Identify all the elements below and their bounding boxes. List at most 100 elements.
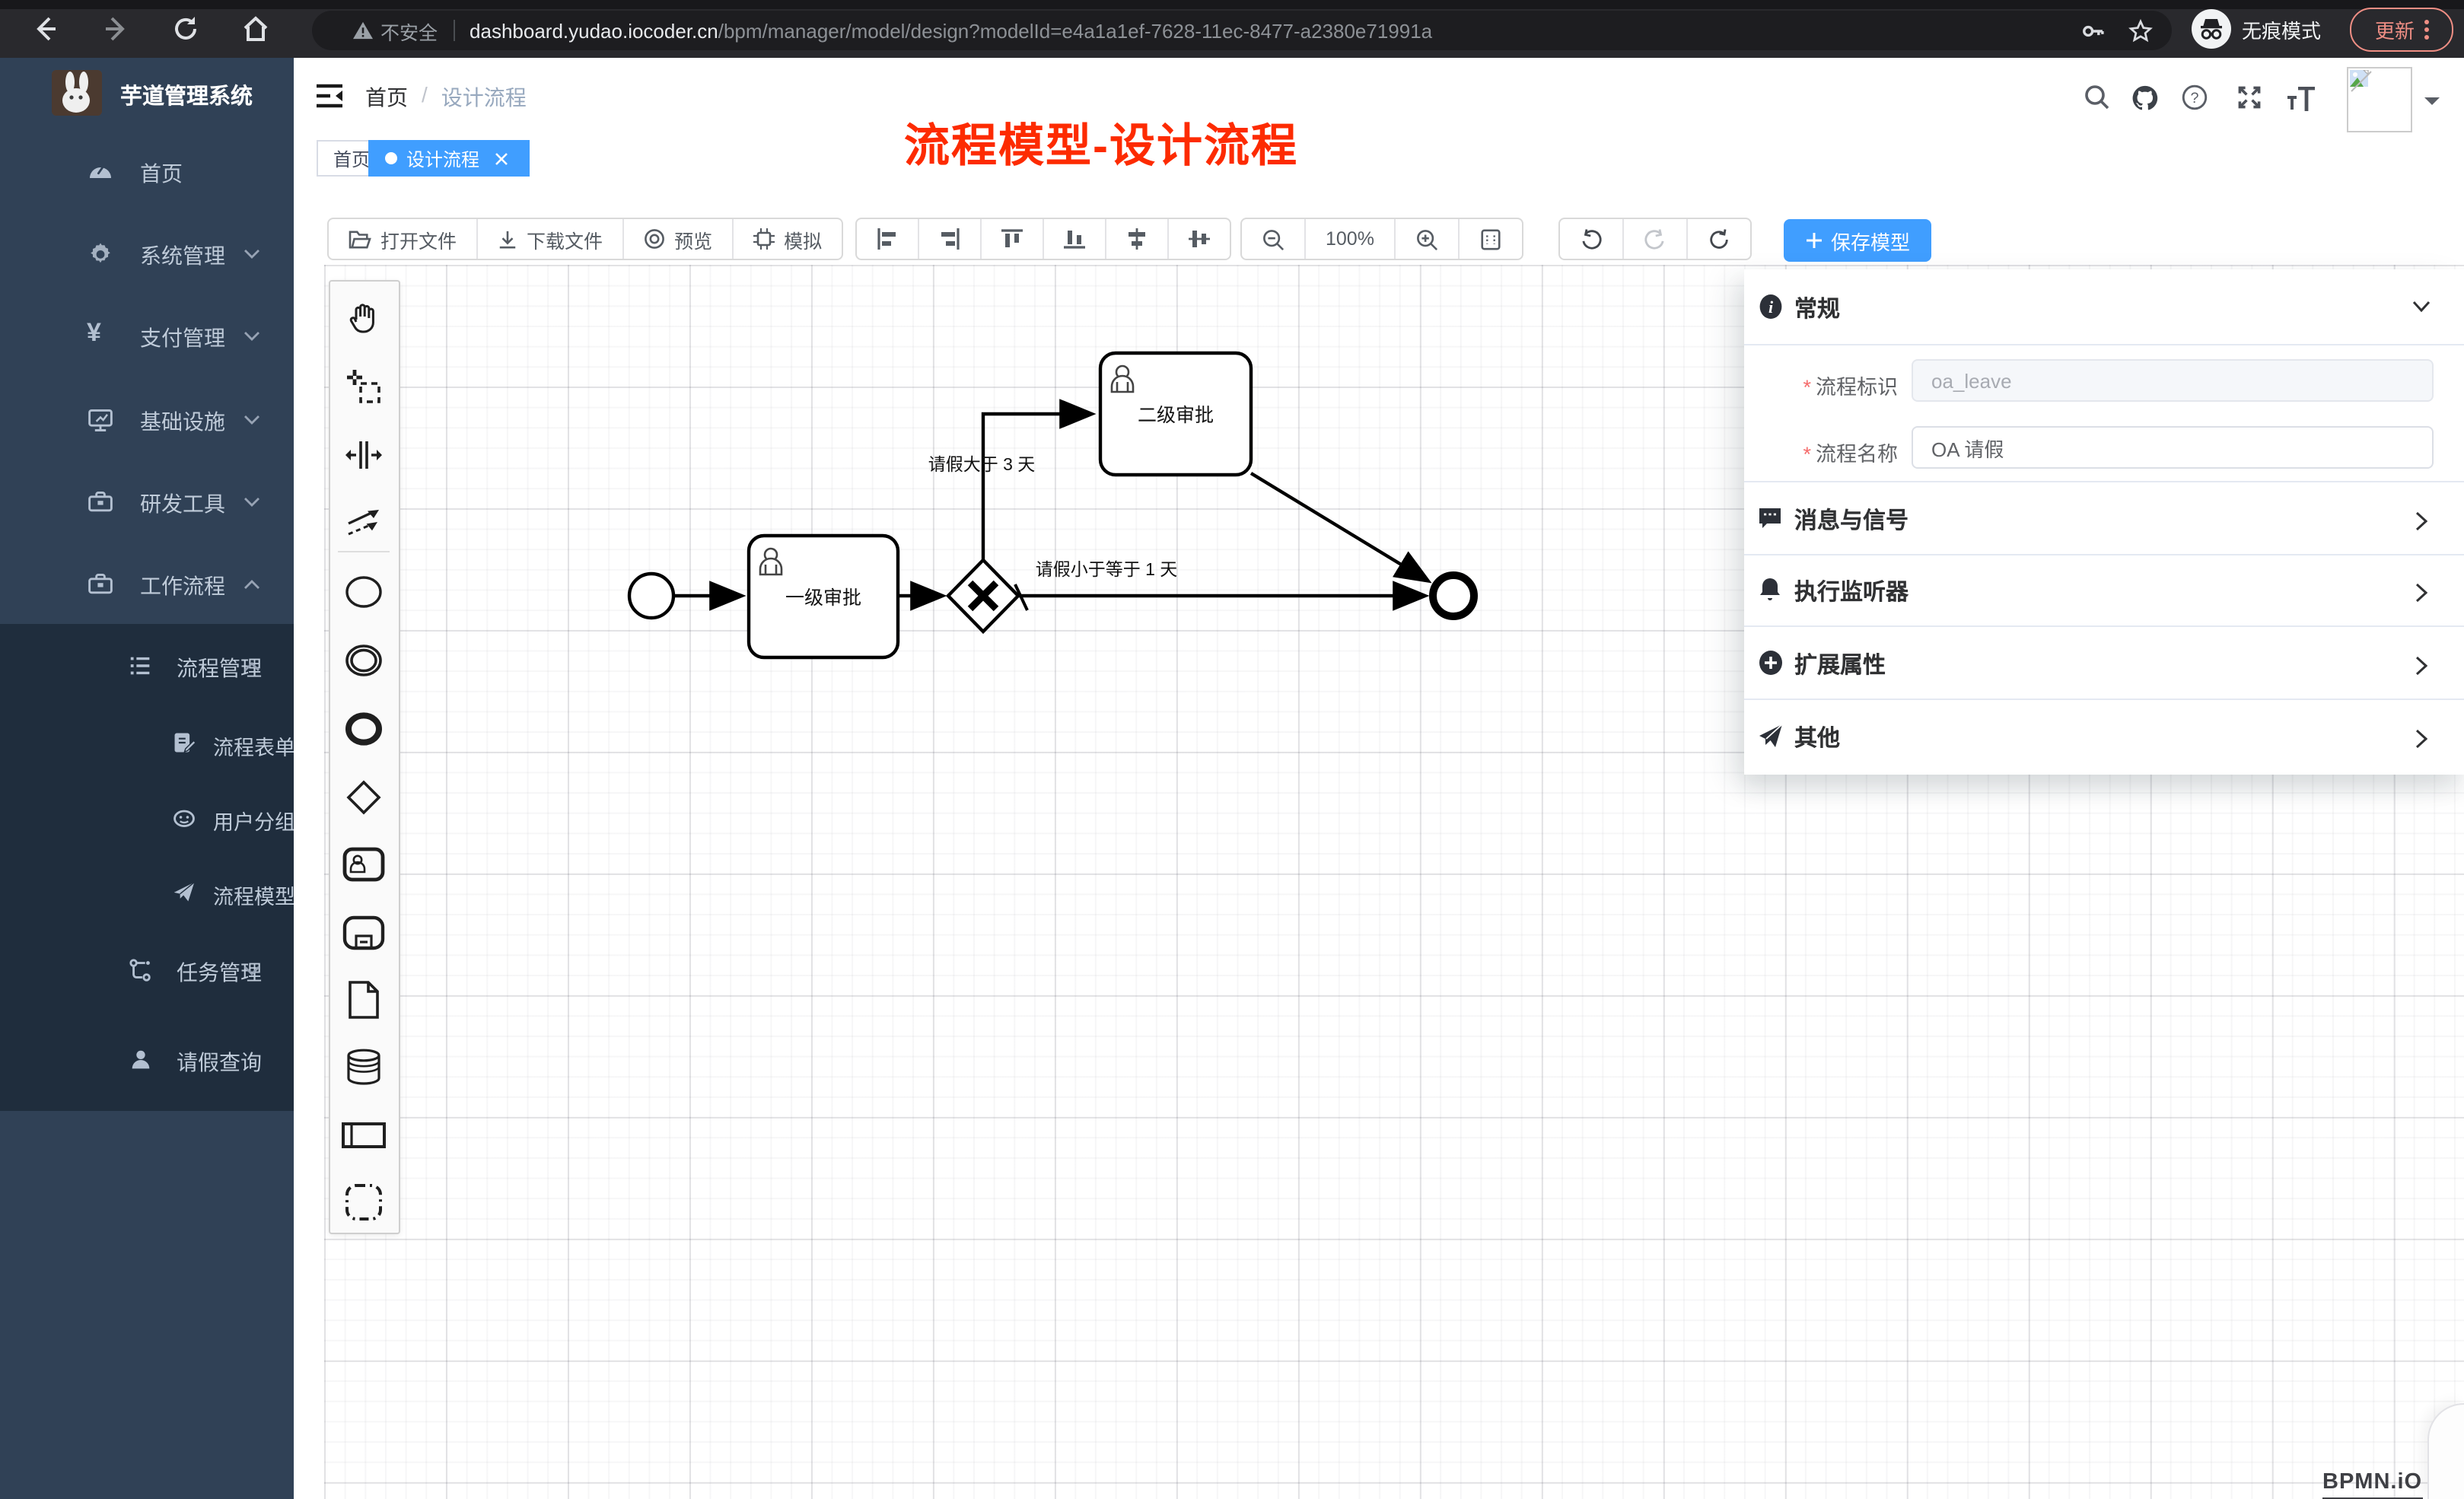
breadcrumb-separator: / <box>422 82 428 113</box>
help-icon[interactable]: ? <box>2181 84 2208 111</box>
zoom-in-button[interactable] <box>1396 219 1460 259</box>
yen-icon: ¥ <box>87 318 114 345</box>
download-file-button[interactable]: 下载文件 <box>478 219 624 259</box>
browser-menu-icon[interactable] <box>2424 20 2428 40</box>
process-key-label: *流程标识 <box>1803 370 1898 400</box>
sidebar-item-system[interactable]: 系统管理 <box>0 216 294 292</box>
breadcrumb-home[interactable]: 首页 <box>365 82 408 113</box>
sidebar-item-payment[interactable]: ¥ 支付管理 <box>0 298 294 374</box>
create-intermediate-event-icon[interactable] <box>341 638 387 683</box>
message-icon <box>1758 507 1784 533</box>
panel-section-listeners[interactable]: 执行监听器 <box>1744 554 2464 627</box>
redo-button[interactable] <box>1624 219 1688 259</box>
avatar-caret-icon[interactable] <box>2424 97 2440 113</box>
app-title: 芋道管理系统 <box>120 79 253 111</box>
align-bottom-button[interactable] <box>1044 219 1106 259</box>
align-right-button[interactable] <box>919 219 982 259</box>
simulate-button[interactable]: 模拟 <box>734 219 842 259</box>
create-group-icon[interactable] <box>341 1179 387 1225</box>
preview-button[interactable]: 预览 <box>624 219 734 259</box>
file-toolbar-group: 打开文件 下载文件 预览 模拟 <box>327 218 843 260</box>
undo-button[interactable] <box>1560 219 1624 259</box>
browser-chrome: 不安全 dashboard.yudao.iocoder.cn/bpm/manag… <box>0 0 2464 58</box>
browser-home-icon[interactable] <box>240 14 271 44</box>
restart-button[interactable] <box>1688 219 1750 259</box>
font-size-icon[interactable] <box>2284 87 2312 114</box>
sidebar-item-infra[interactable]: 基础设施 <box>0 382 294 458</box>
chevron-down-icon[interactable] <box>2412 300 2431 313</box>
download-icon <box>498 229 517 249</box>
update-label: 更新 <box>2375 15 2415 44</box>
security-label: 不安全 <box>380 16 438 45</box>
align-center-vertical-button[interactable] <box>1106 219 1169 259</box>
chevron-down-icon <box>244 496 260 508</box>
chevron-up-icon <box>244 660 260 673</box>
password-key-icon[interactable] <box>2080 18 2106 43</box>
browser-reload-icon[interactable] <box>170 14 201 44</box>
save-model-button[interactable]: 保存模型 <box>1784 219 1931 262</box>
sidebar-item-process-form[interactable]: 流程表单 <box>0 706 294 782</box>
panel-section-other[interactable]: 其他 <box>1744 700 2464 773</box>
create-subprocess-icon[interactable] <box>341 910 387 956</box>
bpmn-io-watermark[interactable]: BPMN.iO <box>2322 1470 2422 1499</box>
create-user-task-icon[interactable] <box>341 842 387 887</box>
svg-text:?: ? <box>2190 90 2198 107</box>
fullscreen-icon[interactable] <box>2236 84 2263 111</box>
svg-text:i: i <box>1768 298 1774 317</box>
create-gateway-icon[interactable] <box>341 775 387 820</box>
browser-window-strip <box>0 0 2464 9</box>
incognito-label: 无痕模式 <box>2242 14 2321 43</box>
required-asterisk: * <box>1803 443 1811 466</box>
tab-close-icon[interactable] <box>495 151 513 165</box>
sidebar-item-process-model[interactable]: 流程模型 <box>0 855 294 931</box>
gear-icon <box>87 240 114 268</box>
sidebar-item-task-mgmt[interactable]: 任务管理 <box>0 933 294 1009</box>
browser-back-icon[interactable] <box>30 14 61 44</box>
create-participant-icon[interactable] <box>341 1112 387 1158</box>
fit-viewport-button[interactable] <box>1460 219 1522 259</box>
sidebar-item-user-group[interactable]: 用户分组 <box>0 781 294 857</box>
folder-icon <box>349 229 371 249</box>
tab-design[interactable]: 设计流程 <box>368 140 530 177</box>
process-key-input[interactable] <box>1912 359 2434 402</box>
align-center-horizontal-button[interactable] <box>1169 219 1230 259</box>
global-connect-tool-icon[interactable] <box>341 499 387 545</box>
chevron-down-icon <box>244 965 260 977</box>
zoom-out-button[interactable] <box>1242 219 1306 259</box>
hand-tool-icon[interactable] <box>341 295 387 341</box>
process-key-row: *流程标识 <box>1744 359 2464 402</box>
site-security[interactable]: 不安全 <box>353 16 438 45</box>
align-top-button[interactable] <box>982 219 1044 259</box>
sidebar-item-leave-query[interactable]: 请假查询 <box>0 1023 294 1099</box>
breadcrumb-current: 设计流程 <box>441 82 527 113</box>
create-end-event-icon[interactable] <box>341 706 387 752</box>
browser-forward-icon[interactable] <box>100 14 131 44</box>
avatar[interactable] <box>2347 67 2412 132</box>
create-data-object-icon[interactable] <box>341 977 387 1023</box>
zoom-toolbar-group: 100% <box>1240 218 1523 260</box>
create-data-store-icon[interactable] <box>341 1044 387 1090</box>
browser-update-button[interactable]: 更新 <box>2350 8 2453 52</box>
sidebar-fold-icon[interactable] <box>317 84 342 108</box>
create-start-event-icon[interactable] <box>341 569 387 615</box>
sidebar-item-devtools[interactable]: 研发工具 <box>0 464 294 540</box>
sidebar-item-home[interactable]: 首页 <box>0 134 294 210</box>
sidebar-item-workflow[interactable]: 工作流程 <box>0 546 294 622</box>
url-bar[interactable]: 不安全 dashboard.yudao.iocoder.cn/bpm/manag… <box>312 11 2172 50</box>
process-name-input[interactable] <box>1912 426 2434 469</box>
space-tool-icon[interactable] <box>341 432 387 478</box>
warning-icon <box>353 21 373 40</box>
lasso-tool-icon[interactable] <box>341 364 387 409</box>
open-file-button[interactable]: 打开文件 <box>329 219 478 259</box>
app-logo-row[interactable]: 芋道管理系统 <box>0 58 294 134</box>
form-edit-icon <box>172 730 196 755</box>
panel-section-general[interactable]: i 常规 <box>1744 269 2464 345</box>
bookmark-star-icon[interactable] <box>2128 18 2154 43</box>
process-name-row: *流程名称 <box>1744 426 2464 469</box>
panel-section-extensions[interactable]: 扩展属性 <box>1744 627 2464 700</box>
panel-section-messages[interactable]: 消息与信号 <box>1744 481 2464 555</box>
github-icon[interactable] <box>2131 84 2158 111</box>
align-left-button[interactable] <box>857 219 919 259</box>
sidebar-item-process-mgmt[interactable]: 流程管理 <box>0 629 294 705</box>
search-icon[interactable] <box>2084 84 2111 111</box>
